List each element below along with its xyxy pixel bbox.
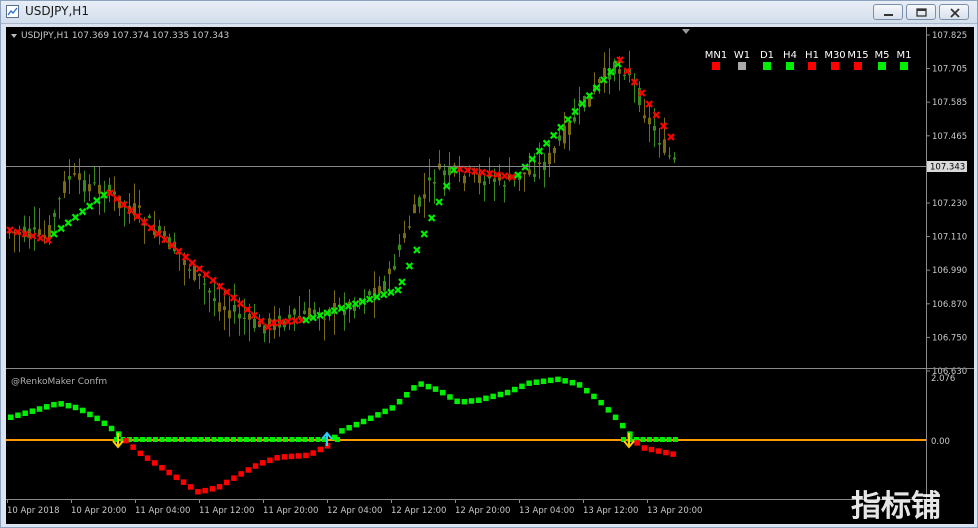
price-tick-label: 107.585 — [932, 98, 967, 108]
mtf-label: H1 — [805, 50, 819, 61]
mtf-status-square — [786, 62, 794, 70]
title-bar[interactable]: USDJPY,H1 — [1, 1, 977, 24]
price-tick-label: 106.870 — [932, 300, 967, 310]
mtf-trend-table: MN1 W1 D1 H4 H1 M30 M15 M5 M1 — [705, 50, 912, 70]
close-icon — [950, 8, 960, 18]
mtf-label: H4 — [783, 50, 797, 61]
mtf-status-square — [878, 62, 886, 70]
indicator-max-tick: 2.076 — [931, 374, 955, 384]
time-tick-label: 11 Apr 20:00 — [263, 506, 318, 516]
mtf-label: M1 — [897, 50, 912, 61]
renko-confirm-indicator — [6, 376, 926, 495]
restore-button[interactable] — [906, 4, 936, 20]
time-axis[interactable]: 10 Apr 2018 10 Apr 20:00 11 Apr 04:00 11 Ap… — [6, 499, 926, 516]
price-tick-label: 107.110 — [932, 233, 967, 243]
mtf-status-square — [738, 62, 746, 70]
mtf-label: D1 — [760, 50, 774, 61]
price-tick-label: 107.465 — [932, 132, 967, 142]
mtf-label: W1 — [734, 50, 750, 61]
time-tick-label: 13 Apr 04:00 — [519, 506, 574, 516]
mtf-status-square — [854, 62, 862, 70]
chart-canvas[interactable]: USDJPY,H1 107.369 107.374 107.335 107.34… — [6, 27, 974, 524]
time-tick-label: 11 Apr 12:00 — [199, 506, 254, 516]
price-tick-label: 107.230 — [932, 199, 967, 209]
mtf-label: M30 — [824, 50, 845, 61]
mtf-status-square — [831, 62, 839, 70]
collapse-arrow-icon[interactable] — [11, 34, 17, 38]
restore-icon — [916, 8, 927, 17]
mtf-label: M15 — [847, 50, 868, 61]
minimize-button[interactable] — [873, 4, 903, 20]
price-axis[interactable]: 107.825 107.705 107.585 107.465 107.230 107.1… — [926, 31, 967, 377]
symbol-info: USDJPY,H1 107.369 107.374 107.335 107.34… — [21, 31, 229, 41]
window-title: USDJPY,H1 — [25, 4, 89, 18]
chart-window: USDJPY,H1 USDJPY,H1 107.369 107.374 107.… — [0, 0, 978, 528]
chart-area[interactable]: USDJPY,H1 107.369 107.374 107.335 107.34… — [6, 27, 974, 524]
watermark-text: 指标铺 — [851, 489, 941, 524]
mtf-status-square — [808, 62, 816, 70]
price-tick-label: 106.990 — [932, 266, 967, 276]
time-tick-label: 12 Apr 04:00 — [327, 506, 382, 516]
time-tick-label: 12 Apr 20:00 — [455, 506, 510, 516]
close-button[interactable] — [939, 4, 969, 20]
price-tick-label: 107.825 — [932, 31, 967, 41]
time-tick-label: 13 Apr 12:00 — [583, 506, 638, 516]
current-price-text: 107.343 — [930, 163, 965, 173]
chart-shift-marker[interactable] — [682, 29, 690, 34]
time-tick-label: 12 Apr 12:00 — [391, 506, 446, 516]
time-tick-label: 10 Apr 20:00 — [71, 506, 126, 516]
indicator-zero-tick: 0.00 — [931, 437, 950, 447]
chart-window-icon — [6, 5, 19, 18]
mtf-status-square — [763, 62, 771, 70]
mtf-label: MN1 — [705, 50, 727, 61]
mtf-status-square — [712, 62, 720, 70]
current-price-label: 107.343 — [927, 161, 967, 173]
time-tick-label: 11 Apr 04:00 — [135, 506, 190, 516]
price-tick-label: 107.705 — [932, 65, 967, 75]
indicator-title: @RenkoMaker Confm — [11, 377, 107, 387]
mtf-label: M5 — [875, 50, 890, 61]
price-tick-label: 106.750 — [932, 333, 967, 343]
minimize-icon — [884, 14, 893, 16]
time-tick-label: 13 Apr 20:00 — [647, 506, 702, 516]
mtf-status-square — [900, 62, 908, 70]
time-tick-label: 10 Apr 2018 — [7, 506, 60, 516]
renko-markers — [6, 56, 675, 331]
